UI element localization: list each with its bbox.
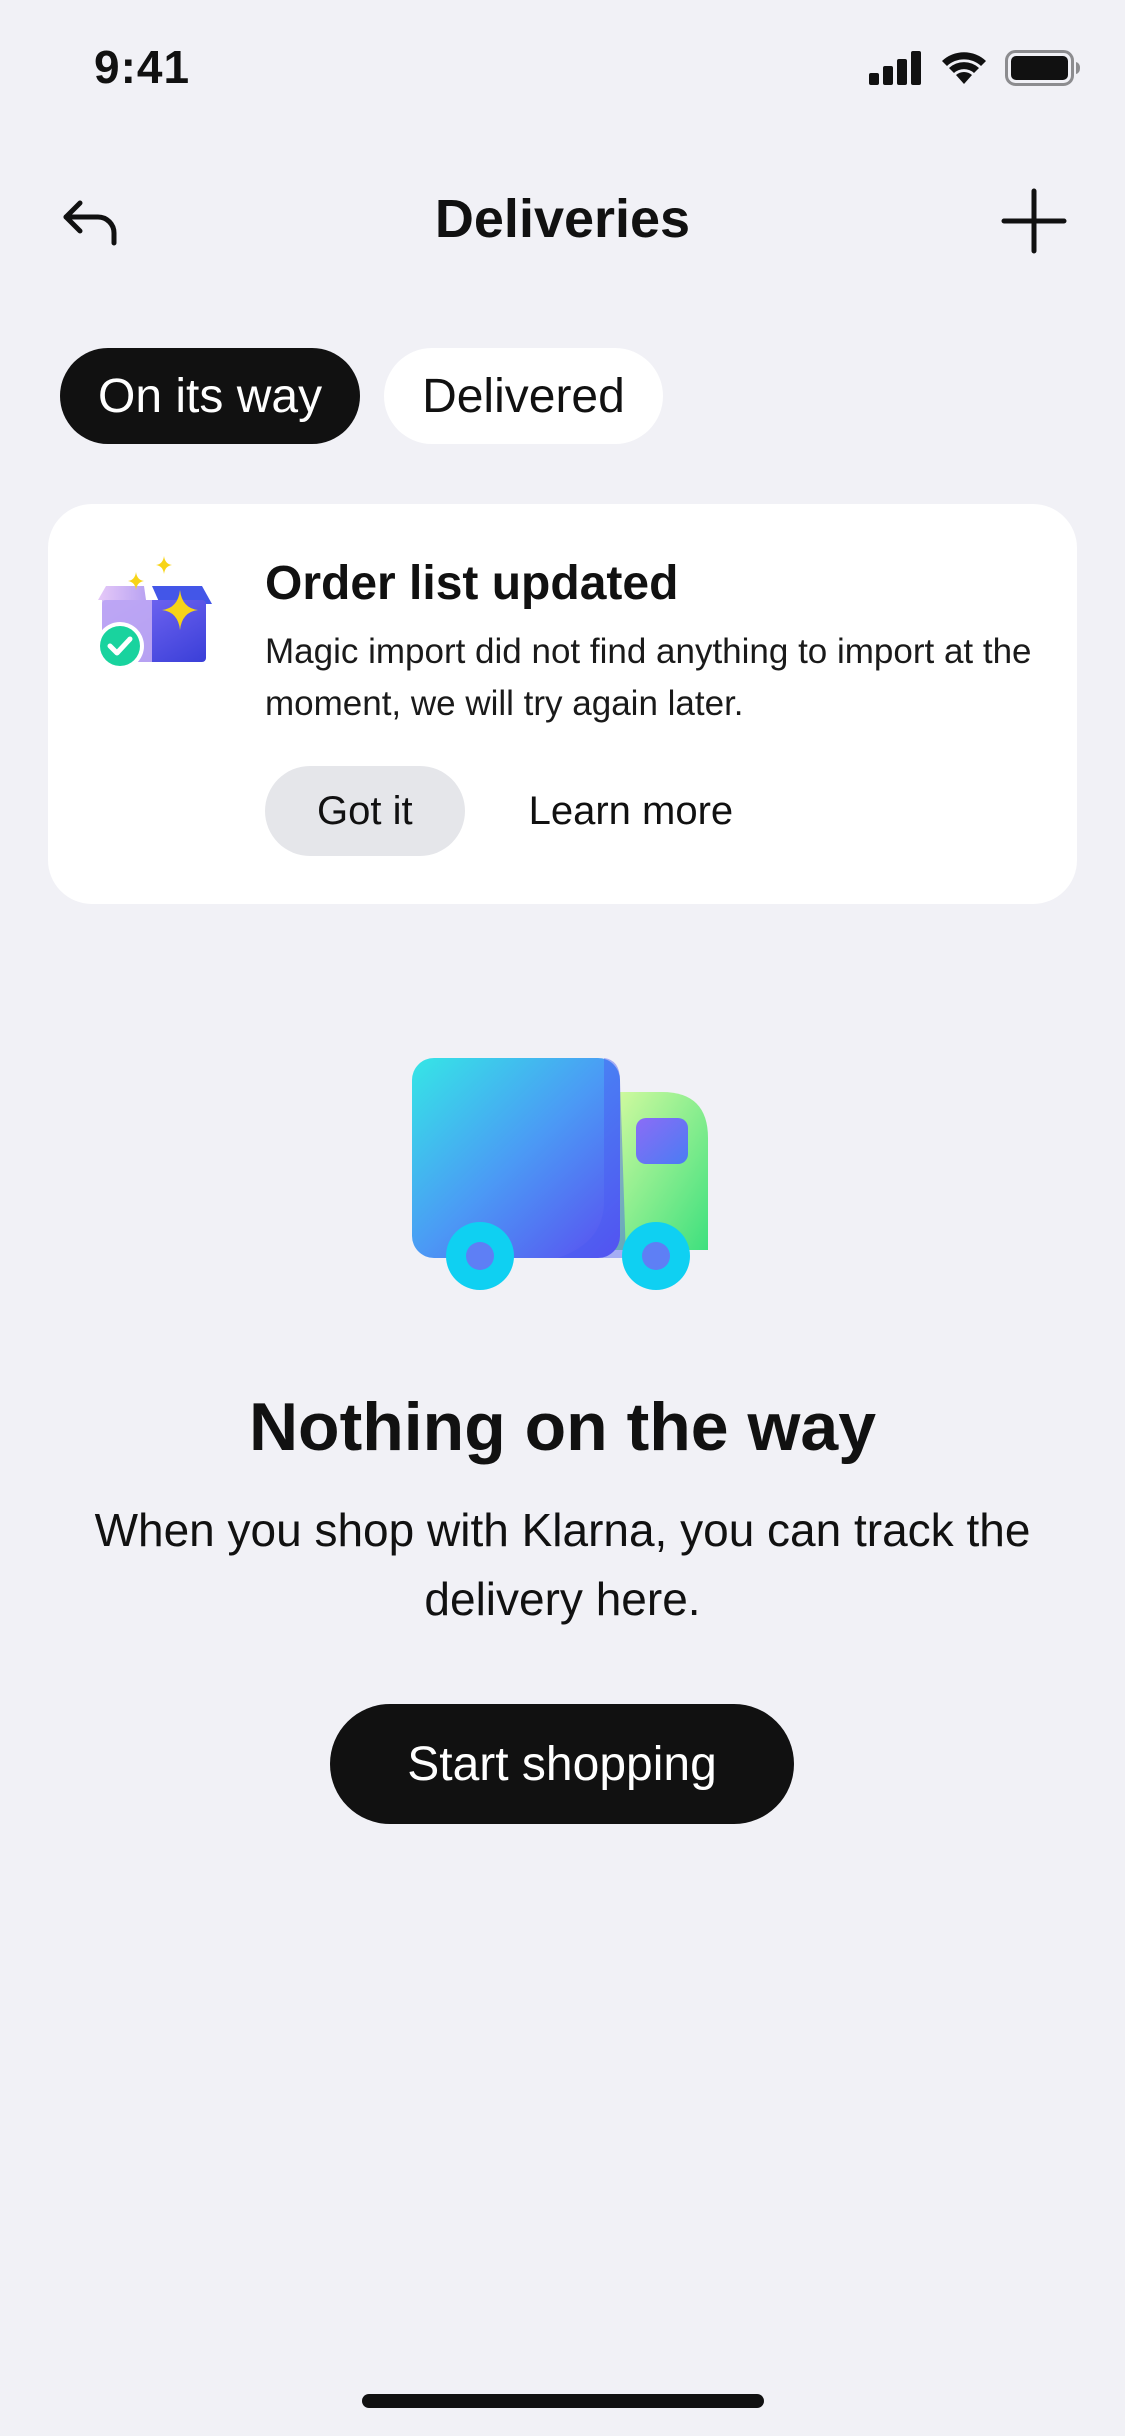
got-it-button[interactable]: Got it [265, 766, 465, 856]
empty-state-description: When you shop with Klarna, you can track… [94, 1504, 1031, 1625]
delivery-truck-icon [412, 1058, 708, 1290]
page-title: Deliveries [434, 189, 691, 249]
tab-on-its-way[interactable]: On its way [60, 348, 361, 444]
top-navigation: Deliveries [0, 180, 1125, 260]
magic-import-box-icon [96, 556, 212, 670]
plus-icon [1001, 188, 1067, 254]
status-bar: 9:41 [0, 0, 1125, 140]
home-indicator[interactable] [362, 2394, 764, 2408]
card-title: Order list updated [265, 557, 679, 610]
delivery-tabs: On its way Delivered [60, 348, 663, 444]
order-list-updated-card: Order list updated Magic import did not … [48, 504, 1077, 904]
learn-more-link[interactable]: Learn more [529, 789, 734, 834]
add-button[interactable] [999, 186, 1069, 256]
wifi-icon [942, 52, 986, 84]
status-icons [869, 50, 1081, 86]
empty-state-title: Nothing on the way [248, 1389, 877, 1465]
card-actions: Got it Learn more [265, 766, 733, 856]
status-time: 9:41 [94, 41, 191, 93]
tab-delivered[interactable]: Delivered [384, 348, 663, 444]
cellular-signal-icon [869, 51, 921, 85]
battery-icon [1005, 50, 1080, 86]
card-message: Magic import did not find anything to im… [265, 632, 1032, 723]
start-shopping-button[interactable]: Start shopping [330, 1704, 794, 1824]
